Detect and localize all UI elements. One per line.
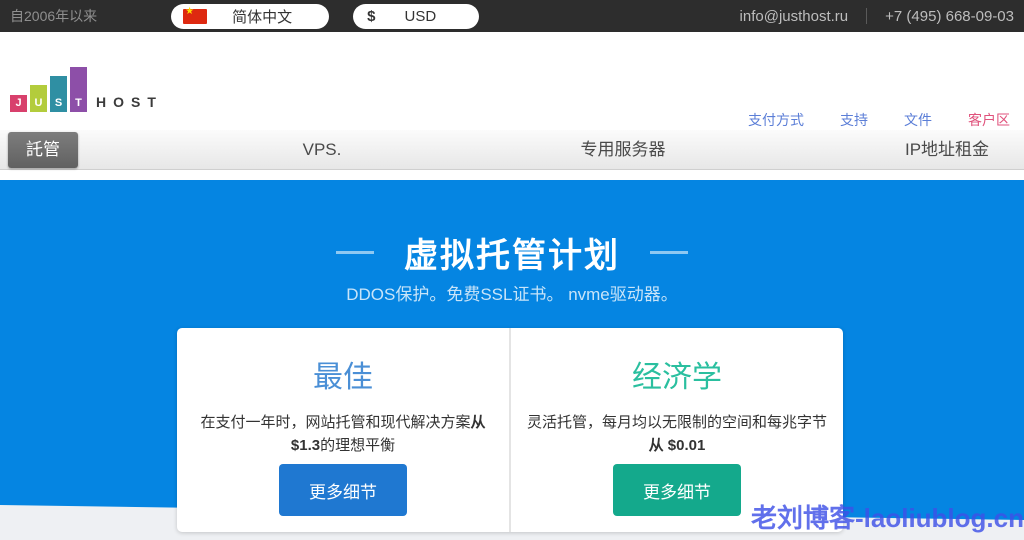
hero-subtitle: DDOS保护。免费SSL证书。 nvme驱动器。 <box>0 280 1024 305</box>
logo-bar-s: S <box>50 76 67 112</box>
nav-payment-methods[interactable]: 支付方式 <box>748 110 804 132</box>
plan-description: 灵活托管，每月均以无限制的空间和每兆字节从 $0.01 <box>527 412 827 457</box>
since-label: 自2006年以来 <box>10 6 97 26</box>
plan-desc-text: 灵活托管，每月均以无限制的空间和每兆字节 <box>527 414 827 431</box>
nav-documents[interactable]: 文件 <box>904 110 932 132</box>
contact-email[interactable]: info@justhost.ru <box>740 8 849 25</box>
language-label: 简体中文 <box>207 6 317 27</box>
watermark: 老刘博客-laoliublog.cn <box>751 498 1024 535</box>
dollar-icon: $ <box>367 8 375 25</box>
nav-client-area[interactable]: 客户区 <box>968 110 1010 132</box>
language-selector[interactable]: ★ 简体中文 <box>171 4 329 29</box>
tab-vps[interactable]: VPS. <box>303 130 342 170</box>
currency-label: USD <box>376 8 466 25</box>
title-dash-right <box>650 251 688 254</box>
plan-desc-text: 的理想平衡 <box>320 437 395 454</box>
more-details-button-best[interactable]: 更多细节 <box>279 464 407 516</box>
spacer <box>0 170 1024 180</box>
logo-bar-u: U <box>30 85 47 112</box>
site-header: J U S T HOST 支付方式 支持 文件 客户区 <box>0 32 1024 130</box>
currency-selector[interactable]: $ USD <box>353 4 479 29</box>
contact-phone[interactable]: +7 (495) 668-09-03 <box>885 8 1014 25</box>
logo-text: HOST <box>96 94 163 112</box>
plan-description: 在支付一年时，网站托管和现代解决方案从 $1.3的理想平衡 <box>193 412 493 457</box>
top-bar: 自2006年以来 ★ 简体中文 $ USD info@justhost.ru +… <box>0 0 1024 32</box>
title-dash-left <box>336 251 374 254</box>
plan-desc-text: 在支付一年时，网站托管和现代解决方案 <box>200 414 470 431</box>
more-details-button-economy[interactable]: 更多细节 <box>613 464 741 516</box>
plan-title: 最佳 <box>313 352 373 396</box>
plan-title: 经济学 <box>632 352 722 396</box>
hero-section: 虚拟托管计划 DDOS保护。免费SSL证书。 nvme驱动器。 最佳 在支付一年… <box>0 180 1024 540</box>
nav-support[interactable]: 支持 <box>840 110 868 132</box>
tab-hosting[interactable]: 託管 <box>8 132 78 168</box>
plans-panel: 最佳 在支付一年时，网站托管和现代解决方案从 $1.3的理想平衡 更多细节 经济… <box>177 328 843 532</box>
tab-ip-rent[interactable]: IP地址租金 <box>905 130 989 170</box>
plan-desc-price: 从 $0.01 <box>649 437 706 454</box>
logo-bar-t: T <box>70 67 87 112</box>
china-flag-icon: ★ <box>183 9 207 24</box>
logo-bar-j: J <box>10 95 27 112</box>
plan-card-best: 最佳 在支付一年时，网站托管和现代解决方案从 $1.3的理想平衡 更多细节 <box>177 328 509 532</box>
main-nav: 託管 VPS. 专用服务器 IP地址租金 <box>0 130 1024 170</box>
secondary-nav: 支付方式 支持 文件 客户区 <box>748 110 1010 132</box>
tab-dedicated-servers[interactable]: 专用服务器 <box>581 130 666 170</box>
divider <box>866 8 867 24</box>
justhost-logo[interactable]: J U S T HOST <box>10 50 163 112</box>
page-title: 虚拟托管计划 <box>404 228 620 277</box>
